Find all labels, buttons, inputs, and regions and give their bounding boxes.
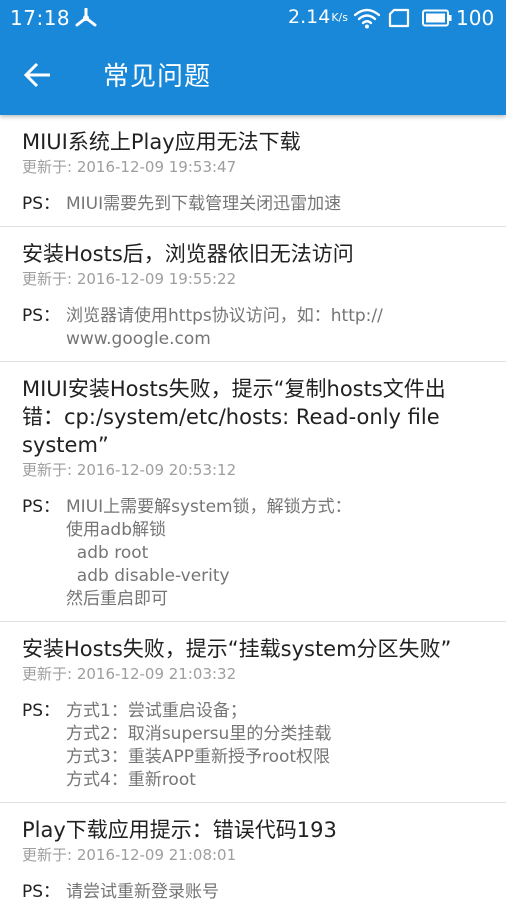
- faq-question: Play下载应用提示：错误代码193: [22, 818, 337, 842]
- faq-item[interactable]: MIUI安装Hosts失败，提示“复制hosts文件出错：cp:/system/…: [0, 362, 506, 622]
- answer-line: 浏览器请使用https协议访问，如：http://: [66, 306, 383, 326]
- answer-line: 使用adb解锁: [66, 520, 166, 540]
- answer-line: 方式3：重装APP重新授予root权限: [66, 747, 331, 767]
- usb-icon: [75, 8, 97, 27]
- answer-line: adb disable-verity: [66, 566, 230, 586]
- faq-updated-time: 更新于: 2016-12-09 20:53:12: [22, 461, 237, 479]
- faq-updated-time: 更新于: 2016-12-09 19:53:47: [22, 158, 237, 176]
- battery-icon: [422, 9, 452, 27]
- ps-label: PS：: [22, 194, 61, 214]
- answer-text: MIUI需要先到下载管理关闭迅雷加速: [66, 193, 341, 216]
- faq-answer: PS： 方式1：尝试重启设备； 方式2：取消supersu里的分类挂载 方式3：…: [22, 700, 484, 792]
- status-bar: 17:18 2.14K/s 100: [0, 0, 506, 36]
- answer-line: MIUI需要先到下载管理关闭迅雷加速: [66, 194, 342, 214]
- answer-line: www.google.com: [66, 329, 211, 349]
- ps-label: PS：: [22, 497, 61, 517]
- faq-item[interactable]: 安装Hosts失败，提示“挂载system分区失败” 更新于: 2016-12-…: [0, 622, 506, 803]
- answer-line: 请尝试重新登录账号: [66, 882, 219, 900]
- faq-updated-time: 更新于: 2016-12-09 21:08:01: [22, 846, 237, 864]
- faq-updated-time: 更新于: 2016-12-09 21:03:32: [22, 665, 237, 683]
- network-speed-unit: K/s: [331, 11, 348, 24]
- answer-line: 方式2：取消supersu里的分类挂载: [66, 724, 332, 744]
- answer-line: 方式4：重新root: [66, 770, 196, 790]
- answer-line: MIUI上需要解system锁，解锁方式：: [66, 497, 352, 517]
- answer-text: 方式1：尝试重启设备； 方式2：取消supersu里的分类挂载 方式3：重装AP…: [66, 700, 331, 792]
- faq-item[interactable]: 安装Hosts后，浏览器依旧无法访问 更新于: 2016-12-09 19:55…: [0, 227, 506, 362]
- page-title: 常见问题: [103, 62, 212, 92]
- battery-level: 100: [456, 6, 495, 30]
- status-time: 17:18: [10, 6, 71, 30]
- ps-label: PS：: [22, 882, 61, 900]
- answer-line: 然后重启即可: [66, 589, 168, 609]
- faq-question: 安装Hosts后，浏览器依旧无法访问: [22, 242, 354, 266]
- answer-line: 方式1：尝试重启设备；: [66, 701, 247, 721]
- ps-label: PS：: [22, 701, 61, 721]
- answer-line: adb root: [66, 543, 149, 563]
- faq-item[interactable]: Play下载应用提示：错误代码193 更新于: 2016-12-09 21:08…: [0, 803, 506, 900]
- faq-item[interactable]: MIUI系统上Play应用无法下载 更新于: 2016-12-09 19:53:…: [0, 115, 506, 227]
- app-bar: 17:18 2.14K/s 100 常见问题: [0, 0, 506, 115]
- faq-list: MIUI系统上Play应用无法下载 更新于: 2016-12-09 19:53:…: [0, 115, 506, 900]
- back-arrow-icon[interactable]: [22, 60, 54, 90]
- faq-answer: PS： MIUI上需要解system锁，解锁方式： 使用adb解锁 adb ro…: [22, 496, 484, 611]
- faq-answer: PS： MIUI需要先到下载管理关闭迅雷加速: [22, 193, 484, 216]
- toolbar: 常见问题: [0, 36, 506, 115]
- sim-card-icon: [388, 8, 410, 28]
- faq-answer: PS： 浏览器请使用https协议访问，如：http:// www.google…: [22, 305, 484, 351]
- faq-question: 安装Hosts失败，提示“挂载system分区失败”: [22, 637, 452, 661]
- wifi-icon: [354, 8, 380, 29]
- faq-answer: PS： 请尝试重新登录账号: [22, 881, 484, 900]
- answer-text: 请尝试重新登录账号: [66, 881, 219, 900]
- faq-question: MIUI系统上Play应用无法下载: [22, 130, 301, 154]
- faq-question: MIUI安装Hosts失败，提示“复制hosts文件出错：cp:/system/…: [22, 377, 446, 457]
- ps-label: PS：: [22, 306, 61, 326]
- faq-updated-time: 更新于: 2016-12-09 19:55:22: [22, 270, 237, 288]
- answer-text: MIUI上需要解system锁，解锁方式： 使用adb解锁 adb root a…: [66, 496, 352, 611]
- network-speed: 2.14K/s: [288, 6, 348, 28]
- answer-text: 浏览器请使用https协议访问，如：http:// www.google.com: [66, 305, 383, 351]
- network-speed-value: 2.14: [288, 6, 331, 28]
